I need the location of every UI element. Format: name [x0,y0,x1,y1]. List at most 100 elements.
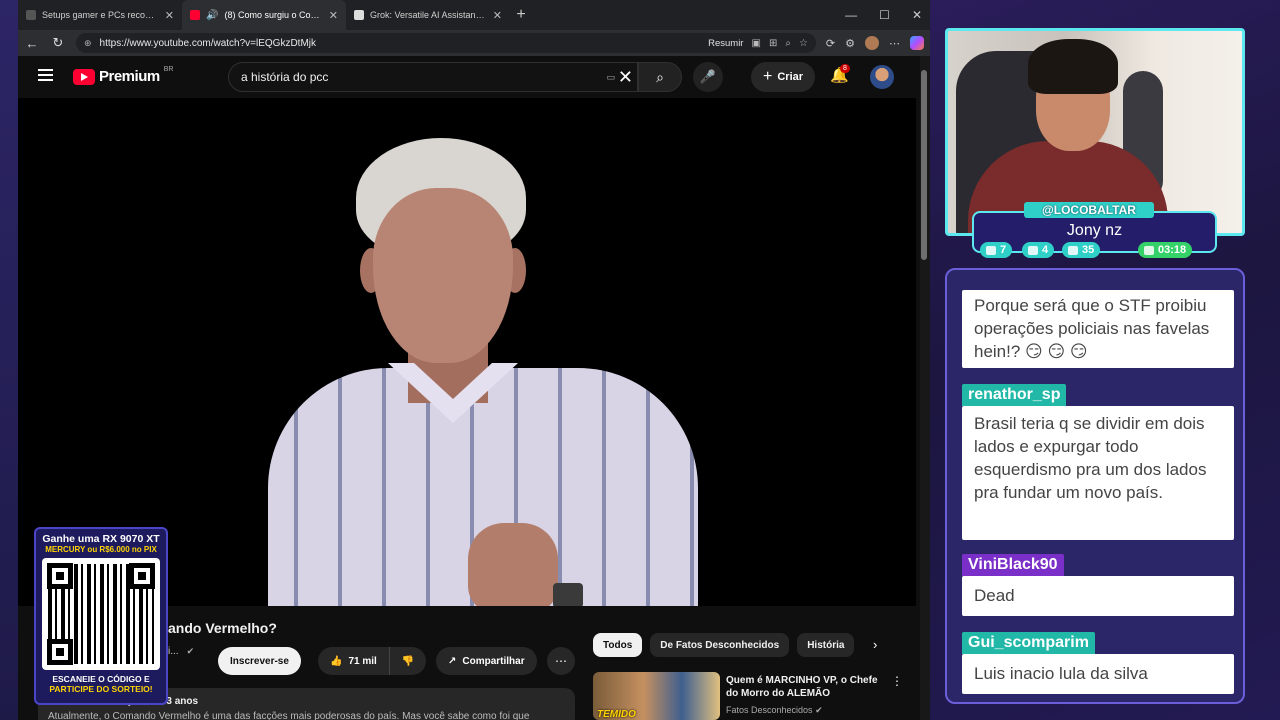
notifications-badge: 8 [840,64,850,73]
tab-youtube[interactable]: 🔊 (8) Como surgiu o Comando ✕ [182,0,346,30]
youtube-icon [1028,245,1038,255]
youtube-play-icon [73,68,95,85]
url-text[interactable]: https://www.youtube.com/watch?v=lEQGkzDt… [100,38,701,49]
hamburger-menu-icon[interactable] [38,69,53,81]
tab-setups[interactable]: Setups gamer e PCs recomendad ✕ [18,0,182,30]
recommended-thumbnail[interactable]: TEMIDO [593,672,720,720]
share-button[interactable]: ↗ Compartilhar [436,647,537,675]
share-label: Compartilhar [462,655,525,667]
scrollbar-thumb[interactable] [921,70,927,260]
menu-dots-icon[interactable]: ⋯ [889,37,900,50]
zoom-icon[interactable]: ⌕ [785,38,791,49]
related-chips: Todos De Fatos Desconhecidos História [593,633,855,657]
streamer-name: Jony nz [1066,222,1123,239]
chevron-right-icon[interactable]: › [873,637,877,652]
plus-icon: + [763,68,773,85]
chip-todos[interactable]: Todos [593,633,643,657]
extensions-row: ⟳ ⚙ ⋯ [826,36,924,50]
back-icon[interactable]: ← [24,36,40,51]
more-actions-button[interactable]: ⋯ [547,647,575,675]
reload-icon[interactable]: ↻ [50,35,66,51]
description-text: Atualmente, o Comando Vermelho é uma das… [48,711,530,720]
site-info-icon[interactable]: ⊕ [84,38,92,49]
resumir-button[interactable]: Resumir [708,38,743,49]
youtube-logo[interactable]: Premium BR [73,66,174,85]
channel-row: i... ✔ [168,646,194,657]
account-avatar[interactable] [870,65,894,89]
streamer-handle: @LOCOBALTAR [1024,202,1154,218]
chat-message-text: Dead [962,576,1234,616]
chat-message-text: Luis inacio lula da silva [962,654,1234,694]
qr-code [42,558,160,670]
stream-time: 03:18 [1158,244,1187,256]
chat-username: renathor_sp [962,384,1067,406]
thumbnail-text: TEMIDO [597,709,636,720]
tab-title: Setups gamer e PCs recomendad [42,10,159,20]
extension-icon[interactable]: ⟳ [826,37,835,50]
dislike-button[interactable]: 👎 [390,647,426,675]
giveaway-overlay: Ganhe uma RX 9070 XT MERCURY ou R$6.000 … [34,527,168,705]
tab-grok[interactable]: Grok: Versatile AI Assistant by xAI ✕ [346,0,510,30]
chip-historia[interactable]: História [797,633,855,657]
tab-bar: Setups gamer e PCs recomendad ✕ 🔊 (8) Co… [18,0,930,30]
menu-dots-vertical-icon[interactable]: ⋮ [891,674,903,688]
address-bar-row: ← ↻ ⊕ https://www.youtube.com/watch?v=lE… [18,30,930,56]
window-controls: — ☐ ✕ [845,0,922,30]
like-button[interactable]: 👍 71 mil [318,647,390,675]
stream-timer-badge: 03:18 [1138,242,1193,258]
like-count: 71 mil [348,655,377,667]
viewers-icon [1068,245,1078,255]
search-icon: ⌕ [656,68,664,85]
stream-background-left [0,0,18,720]
giveaway-cta-line1: ESCANEIE O CÓDIGO E [52,674,150,684]
share-icon: ↗ [448,655,457,667]
keyboard-icon[interactable]: ▭ [606,72,615,83]
youtube-favicon-icon [190,10,200,20]
close-window-icon[interactable]: ✕ [912,8,922,22]
profile-avatar[interactable] [865,36,879,50]
search-button[interactable]: ⌕ [638,62,682,92]
chat-count-badge: 7 [980,242,1013,258]
video-title: ando Vermelho? [168,620,277,636]
chat-message-text: Porque será que o STF proibiu operações … [962,290,1234,368]
grok-favicon-icon [354,10,364,20]
recommended-video[interactable]: TEMIDO Quem é MARCINHO VP, o Chefe do Mo… [593,672,913,720]
chip-de-fatos[interactable]: De Fatos Desconhecidos [650,633,790,657]
clock-icon [1144,245,1154,255]
search-input[interactable]: a história do pcc ▭ ✕ [228,62,638,92]
channel-name[interactable]: i... [168,646,179,657]
create-button[interactable]: + Criar [751,62,816,92]
star-icon[interactable]: ☆ [799,38,808,49]
viewers-count: 35 [1082,244,1095,256]
subscribe-button[interactable]: Inscrever-se [218,647,301,675]
close-icon[interactable]: ✕ [165,9,174,22]
recommended-channel-name: Fatos Desconhecidos [726,705,813,715]
verified-icon: ✔ [815,705,823,715]
reader-icon[interactable]: ▣ [751,38,760,49]
close-icon[interactable]: ✕ [329,9,338,22]
chat-bubble-icon [986,245,996,255]
mic-icon: 🎤 [699,69,717,84]
speaker-icon[interactable]: 🔊 [206,10,218,21]
recommended-channel[interactable]: Fatos Desconhecidos ✔ [726,705,823,716]
maximize-icon[interactable]: ☐ [879,8,890,22]
chat-username: Gui_scomparim [962,632,1095,654]
chat-panel: Porque será que o STF proibiu operações … [945,268,1245,704]
grid-icon[interactable]: ⊞ [769,38,777,49]
clear-search-icon[interactable]: ✕ [618,67,633,88]
youtube-count-badge: 4 [1022,242,1055,258]
minimize-icon[interactable]: — [845,8,857,22]
address-bar[interactable]: ⊕ https://www.youtube.com/watch?v=lEQGkz… [76,33,816,53]
recommended-title[interactable]: Quem é MARCINHO VP, o Chefe do Morro do … [726,674,886,700]
voice-search-button[interactable]: 🎤 [693,62,723,92]
tab-title: (8) Como surgiu o Comando [224,10,323,20]
youtube-count: 4 [1042,244,1049,256]
puzzle-icon[interactable]: ⚙ [845,37,855,50]
region-code: BR [163,66,174,73]
youtube-header: Premium BR a história do pcc ▭ ✕ ⌕ 🎤 + Cr… [18,56,920,98]
copilot-icon[interactable] [910,36,924,50]
search-value: a história do pcc [241,70,329,84]
giveaway-cta-line2: PARTICIPE DO SORTEIO! [49,684,153,694]
close-icon[interactable]: ✕ [493,9,502,22]
new-tab-button[interactable]: + [510,6,532,24]
